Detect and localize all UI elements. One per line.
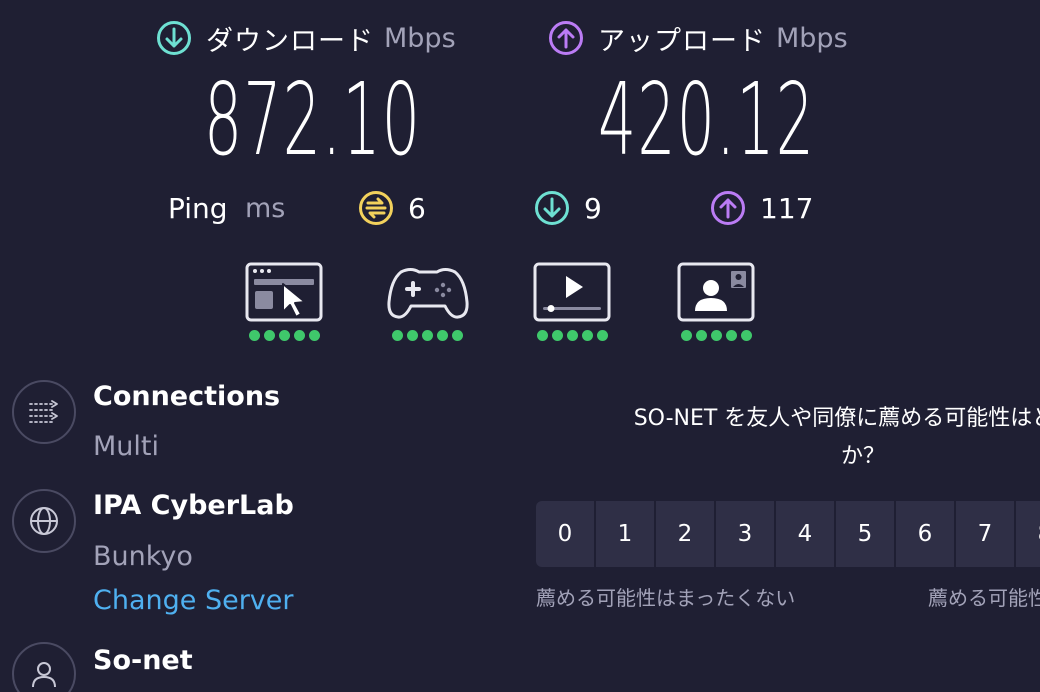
connections-title: Connections (93, 381, 281, 412)
server-location: Bunkyo (93, 541, 193, 572)
gaming-icon (387, 268, 469, 319)
ping-idle: 6 (358, 188, 426, 228)
upload-result: アップロード Mbps 420.12 (548, 18, 878, 170)
nps-option-3[interactable]: 3 (716, 501, 774, 567)
usecase-web-browsing[interactable] (244, 262, 324, 341)
download-speed-value: 872.10 (204, 61, 422, 178)
nps-low-label: 薦める可能性はまったくない (536, 586, 796, 610)
survey-question: SO-NET を友人や同僚に薦める可能性はどれく (536, 400, 1040, 438)
connections-icon (29, 400, 58, 423)
nps-option-0[interactable]: 0 (536, 501, 594, 567)
survey-question-line2: か？ (840, 444, 885, 469)
ping-upload: 117 (710, 188, 813, 228)
user-icon (32, 662, 56, 688)
usecase-gaming[interactable] (387, 262, 469, 341)
speedtest-results: ダウンロード Mbps 872.10 アップロード Mbps 420.12 Pi… (0, 0, 1040, 692)
nps-option-8[interactable]: 8 (1016, 501, 1040, 567)
usecase-video-streaming[interactable] (532, 262, 612, 341)
upload-unit: Mbps (776, 22, 848, 54)
ping-idle-value: 6 (408, 191, 426, 225)
nps-high-label: 薦める可能性 (928, 586, 1040, 610)
arrow-down-circle-icon (535, 191, 569, 225)
nps-scale: 0 1 2 3 4 5 6 7 8 (536, 501, 1040, 567)
upload-speed-value: 420.12 (598, 61, 816, 178)
nps-option-4[interactable]: 4 (776, 501, 834, 567)
ping-row: Ping ms 6 9 117 (0, 188, 1040, 228)
web-browsing-icon (245, 262, 323, 322)
rating-dots (387, 330, 467, 341)
arrow-down-circle-icon (157, 21, 191, 55)
survey-question-line1: SO-NET を友人や同僚に薦める可能性はどれく (633, 406, 1040, 431)
rating-dots (244, 330, 324, 341)
nps-option-2[interactable]: 2 (656, 501, 714, 567)
arrow-up-circle-icon (549, 21, 583, 55)
upload-label: アップロード (598, 25, 766, 57)
download-result: ダウンロード Mbps 872.10 (156, 18, 486, 170)
change-server-link[interactable]: Change Server (93, 585, 294, 616)
arrow-up-circle-icon (711, 191, 745, 225)
connections-value: Multi (93, 431, 159, 462)
rating-dots (532, 330, 612, 341)
usecase-video-call[interactable] (676, 262, 756, 341)
nps-option-1[interactable]: 1 (596, 501, 654, 567)
nps-option-5[interactable]: 5 (836, 501, 894, 567)
nps-option-6[interactable]: 6 (896, 501, 954, 567)
ping-unit: ms (245, 192, 286, 224)
ping-download-value: 9 (584, 191, 602, 225)
ping-upload-value: 117 (760, 191, 814, 225)
video-call-icon (677, 262, 755, 322)
nps-option-7[interactable]: 7 (956, 501, 1014, 567)
idle-latency-icon (359, 191, 393, 225)
globe-icon (30, 507, 58, 535)
ping-label: Ping (168, 191, 228, 225)
server-title: IPA CyberLab (93, 490, 294, 521)
download-label: ダウンロード (206, 25, 374, 57)
video-streaming-icon (533, 262, 611, 322)
ping-download: 9 (534, 188, 602, 228)
provider-title: So-net (93, 645, 193, 676)
download-unit: Mbps (384, 22, 456, 54)
rating-dots (676, 330, 756, 341)
